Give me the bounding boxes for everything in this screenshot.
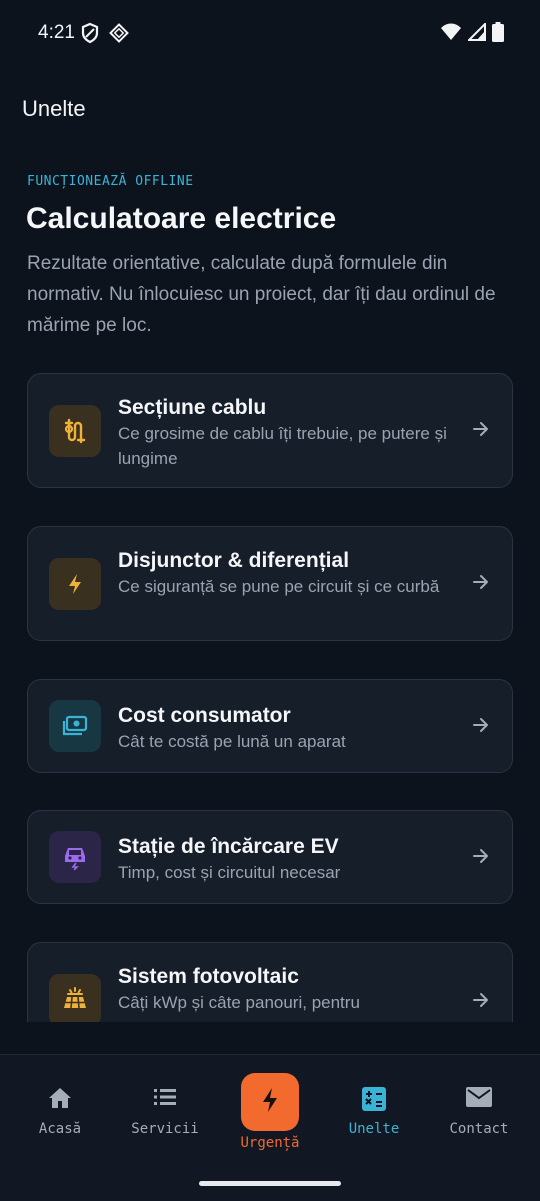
bottom-nav: Acasă Servicii Urgență Unelte Contact [0,1054,540,1201]
offline-eyebrow: FUNCȚIONEAZĂ OFFLINE [27,174,194,189]
money-icon [49,700,101,752]
nav-item-unelte[interactable]: Unelte [320,1055,428,1155]
tool-title: Sistem fotovoltaic [118,965,299,988]
emergency-fab[interactable] [241,1073,299,1131]
nav-label: Unelte [348,1121,400,1137]
arrow-right-icon [472,573,490,596]
tool-card-cost-consumator[interactable]: Cost consumator Cât te costă pe lună un … [27,679,513,773]
home-icon [6,1087,114,1109]
tool-card-sectiune-cablu[interactable]: Secțiune cablu Ce grosime de cablu îți t… [27,373,513,488]
tool-subtitle: Cât te costă pe lună un aparat [118,732,346,751]
arrow-right-icon [472,716,490,739]
bolt-icon [261,1087,279,1118]
ev-car-icon [49,831,101,883]
nav-label: Servicii [131,1121,199,1137]
tool-subtitle: Ce siguranță se pune pe circuit și ce cu… [118,577,440,596]
tool-subtitle: Timp, cost și circuitul necesar [118,863,341,882]
nav-item-servicii[interactable]: Servicii [111,1055,219,1155]
nav-item-contact[interactable]: Contact [425,1055,533,1155]
list-icon [111,1087,219,1107]
solar-panel-icon [49,974,101,1022]
tool-title: Disjunctor & diferențial [118,549,350,572]
tool-title: Secțiune cablu [118,396,267,419]
tools-scroll-area[interactable]: FUNCȚIONEAZĂ OFFLINE Calculatoare electr… [0,0,540,1022]
nav-item-urgenta[interactable]: Urgență [216,1055,324,1165]
tool-subtitle: Câți kWp și câte panouri, pentru [118,993,360,1012]
cable-icon [49,405,101,457]
mail-icon [425,1087,533,1107]
nav-item-acasa[interactable]: Acasă [6,1055,114,1155]
page-description: Rezultate orientative, calculate după fo… [27,253,496,336]
tool-card-statie-ev[interactable]: Stație de încărcare EV Timp, cost și cir… [27,810,513,904]
arrow-right-icon [472,991,490,1014]
tool-card-disjunctor[interactable]: Disjunctor & diferențial Ce siguranță se… [27,526,513,641]
home-indicator[interactable] [199,1181,341,1186]
tool-subtitle: Ce grosime de cablu îți trebuie, pe pute… [118,424,447,468]
tool-title: Cost consumator [118,704,291,727]
arrow-right-icon [472,847,490,870]
nav-label: Acasă [38,1121,82,1137]
tool-title: Stație de încărcare EV [118,835,339,858]
nav-label: Urgență [240,1135,300,1151]
bolt-icon [49,558,101,610]
page-title: Calculatoare electrice [26,202,337,235]
tool-card-sistem-fotovoltaic[interactable]: Sistem fotovoltaic Câți kWp și câte pano… [27,942,513,1022]
nav-label: Contact [449,1121,509,1137]
arrow-right-icon [472,420,490,443]
calculator-icon [320,1087,428,1111]
